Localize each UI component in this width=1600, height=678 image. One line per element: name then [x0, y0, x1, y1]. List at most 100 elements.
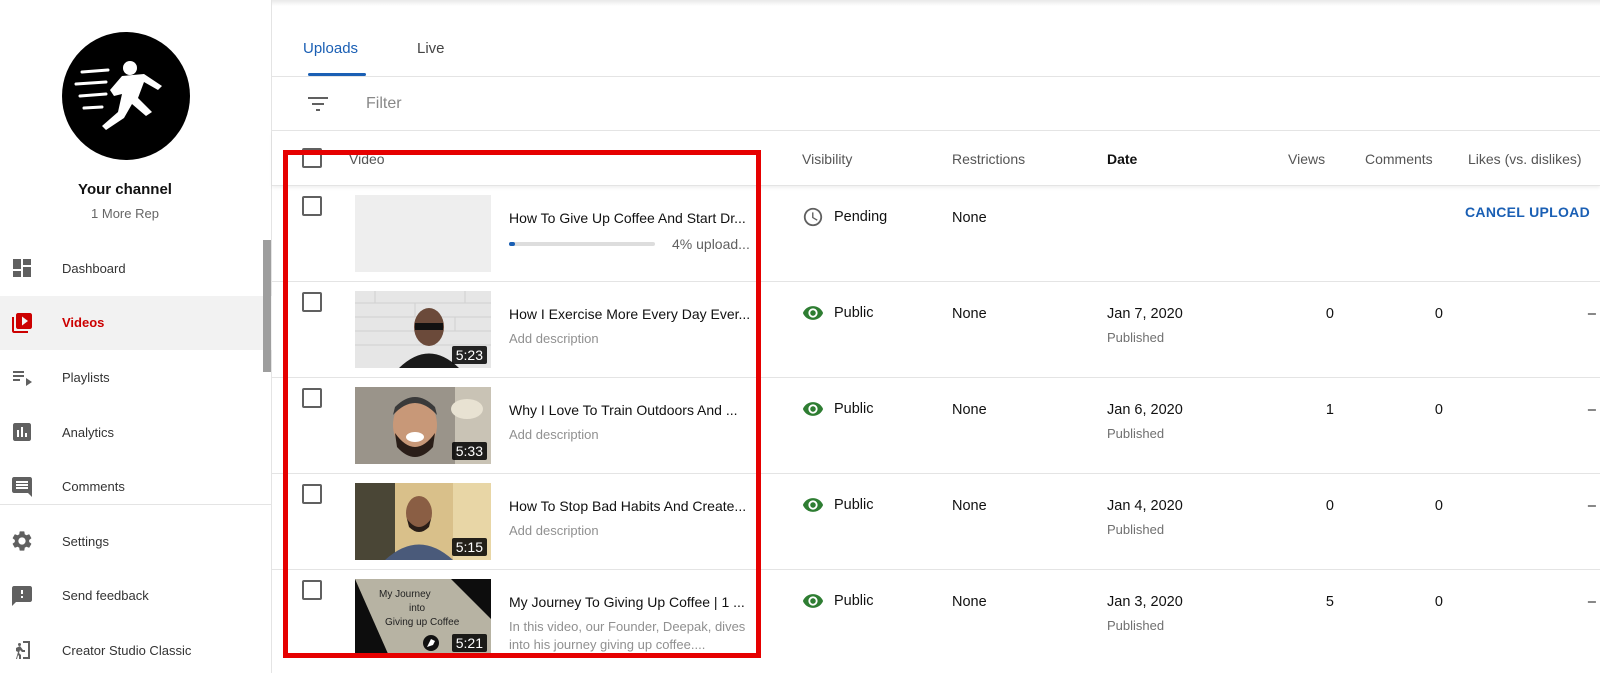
video-thumbnail[interactable]: My Journey into Giving up Coffee 5:21	[355, 579, 491, 656]
comments-value: 0	[1434, 306, 1443, 322]
filter-input[interactable]	[366, 91, 766, 117]
visibility-cell[interactable]: Pending	[802, 206, 887, 228]
date-status: Published	[1107, 522, 1165, 537]
header-restrictions[interactable]: Restrictions	[952, 151, 1025, 167]
likes-value: –	[1587, 594, 1596, 610]
channel-name: 1 More Rep	[91, 206, 159, 221]
table-row[interactable]: 5:33 Why I Love To Train Outdoors And ..…	[272, 378, 1600, 474]
sidebar-item-label: Send feedback	[62, 588, 149, 604]
sidebar-item-creator-studio-classic[interactable]: Creator Studio Classic	[0, 623, 272, 678]
table-row[interactable]: My Journey into Giving up Coffee 5:21 My…	[272, 570, 1600, 666]
clock-icon	[803, 207, 823, 227]
tab-live[interactable]: Live	[417, 40, 445, 57]
thumb-text-line: My Journey	[379, 589, 431, 600]
header-date[interactable]: Date	[1107, 151, 1137, 167]
video-thumbnail[interactable]	[355, 195, 491, 272]
tab-bar: Uploads Live	[272, 0, 1600, 77]
table-row[interactable]: 5:23 How I Exercise More Every Day Ever.…	[272, 282, 1600, 378]
comments-value: 0	[1434, 498, 1443, 514]
likes-value: –	[1587, 498, 1596, 514]
restrictions-value: None	[952, 594, 987, 610]
visibility-label: Public	[834, 593, 874, 609]
video-thumbnail[interactable]: 5:15	[355, 483, 491, 560]
visibility-cell[interactable]: Public	[802, 590, 874, 612]
date-status: Published	[1107, 618, 1165, 633]
comments-value: 0	[1434, 594, 1443, 610]
video-title[interactable]: Why I Love To Train Outdoors And ...	[509, 402, 759, 418]
sidebar-item-videos[interactable]: Videos	[0, 295, 272, 351]
comments-value: 0	[1434, 402, 1443, 418]
visibility-label: Public	[834, 305, 874, 321]
analytics-icon	[13, 423, 31, 442]
upload-progress-text: 4% upload...	[672, 236, 750, 252]
videos-icon	[12, 312, 32, 333]
row-checkbox[interactable]	[302, 196, 322, 216]
sidebar-item-label: Creator Studio Classic	[62, 642, 192, 658]
row-checkbox[interactable]	[302, 388, 322, 408]
likes-value: –	[1587, 402, 1596, 418]
video-list: How To Give Up Coffee And Start Dr... 4%…	[272, 186, 1600, 666]
video-description[interactable]: Add description	[509, 426, 759, 444]
sidebar-nav: Dashboard Videos Playlists Analytics Com…	[0, 241, 272, 678]
sidebar-item-analytics[interactable]: Analytics	[0, 405, 272, 460]
video-description[interactable]: In this video, our Founder, Deepak, dive…	[509, 618, 759, 654]
sidebar-item-dashboard[interactable]: Dashboard	[0, 241, 272, 296]
filter-bar	[272, 77, 1600, 131]
video-title[interactable]: How I Exercise More Every Day Ever...	[509, 306, 759, 322]
header-video[interactable]: Video	[349, 151, 385, 167]
video-duration: 5:33	[451, 442, 487, 460]
sidebar-item-settings[interactable]: Settings	[0, 514, 272, 569]
row-checkbox[interactable]	[302, 580, 322, 600]
upload-progress-fill	[509, 242, 515, 246]
sidebar-item-label: Videos	[62, 315, 105, 331]
sidebar-item-label: Analytics	[62, 424, 115, 440]
sidebar-item-comments[interactable]: Comments	[0, 459, 272, 514]
header-comments[interactable]: Comments	[1365, 151, 1433, 167]
video-duration: 5:21	[451, 634, 487, 652]
filter-icon[interactable]	[308, 96, 328, 112]
thumb-text-line: into	[409, 603, 426, 614]
date-status: Published	[1107, 330, 1165, 345]
sidebar-item-label: Settings	[62, 533, 109, 549]
video-title[interactable]: How To Give Up Coffee And Start Dr...	[509, 210, 759, 226]
visibility-label: Pending	[834, 209, 888, 225]
video-description[interactable]: Add description	[509, 522, 759, 540]
header-visibility[interactable]: Visibility	[802, 151, 852, 167]
visibility-cell[interactable]: Public	[802, 494, 874, 516]
table-row[interactable]: 5:15 How To Stop Bad Habits And Create..…	[272, 474, 1600, 570]
cancel-upload-button[interactable]: CANCEL UPLOAD	[1465, 204, 1590, 220]
video-description[interactable]: Add description	[509, 330, 759, 348]
sidebar-item-send-feedback[interactable]: Send feedback	[0, 569, 272, 624]
visibility-cell[interactable]: Public	[802, 302, 874, 324]
sidebar-item-playlists[interactable]: Playlists	[0, 350, 272, 405]
restrictions-value: None	[952, 402, 987, 418]
video-title[interactable]: How To Stop Bad Habits And Create...	[509, 498, 759, 514]
video-duration: 5:15	[451, 538, 487, 556]
views-value: 5	[1325, 594, 1334, 610]
tab-uploads[interactable]: Uploads	[303, 40, 358, 57]
eye-icon	[802, 402, 824, 416]
header-views[interactable]: Views	[1288, 151, 1325, 167]
sidebar-item-label: Playlists	[62, 369, 110, 385]
eye-icon	[802, 306, 824, 320]
table-row[interactable]: How To Give Up Coffee And Start Dr... 4%…	[272, 186, 1600, 282]
header-likes[interactable]: Likes (vs. dislikes)	[1468, 151, 1582, 167]
video-title[interactable]: My Journey To Giving Up Coffee | 1 ...	[509, 594, 759, 610]
gear-icon	[12, 531, 32, 551]
select-all-checkbox[interactable]	[302, 148, 322, 168]
date-value: Jan 3, 2020	[1107, 594, 1183, 610]
sidebar-scrollbar[interactable]	[263, 240, 271, 372]
restrictions-value: None	[952, 210, 987, 226]
thumb-text-line: Giving up Coffee	[385, 617, 460, 628]
sidebar: Your channel 1 More Rep Dashboard Videos…	[0, 0, 272, 673]
sidebar-item-label: Comments	[62, 479, 125, 495]
video-thumbnail[interactable]: 5:23	[355, 291, 491, 368]
row-checkbox[interactable]	[302, 292, 322, 312]
visibility-cell[interactable]: Public	[802, 398, 874, 420]
row-checkbox[interactable]	[302, 484, 322, 504]
dashboard-icon	[13, 259, 31, 278]
video-thumbnail[interactable]: 5:33	[355, 387, 491, 464]
table-header: Video Visibility Restrictions Date Views…	[272, 131, 1600, 186]
date-status: Published	[1107, 426, 1165, 441]
channel-avatar[interactable]	[62, 32, 190, 160]
